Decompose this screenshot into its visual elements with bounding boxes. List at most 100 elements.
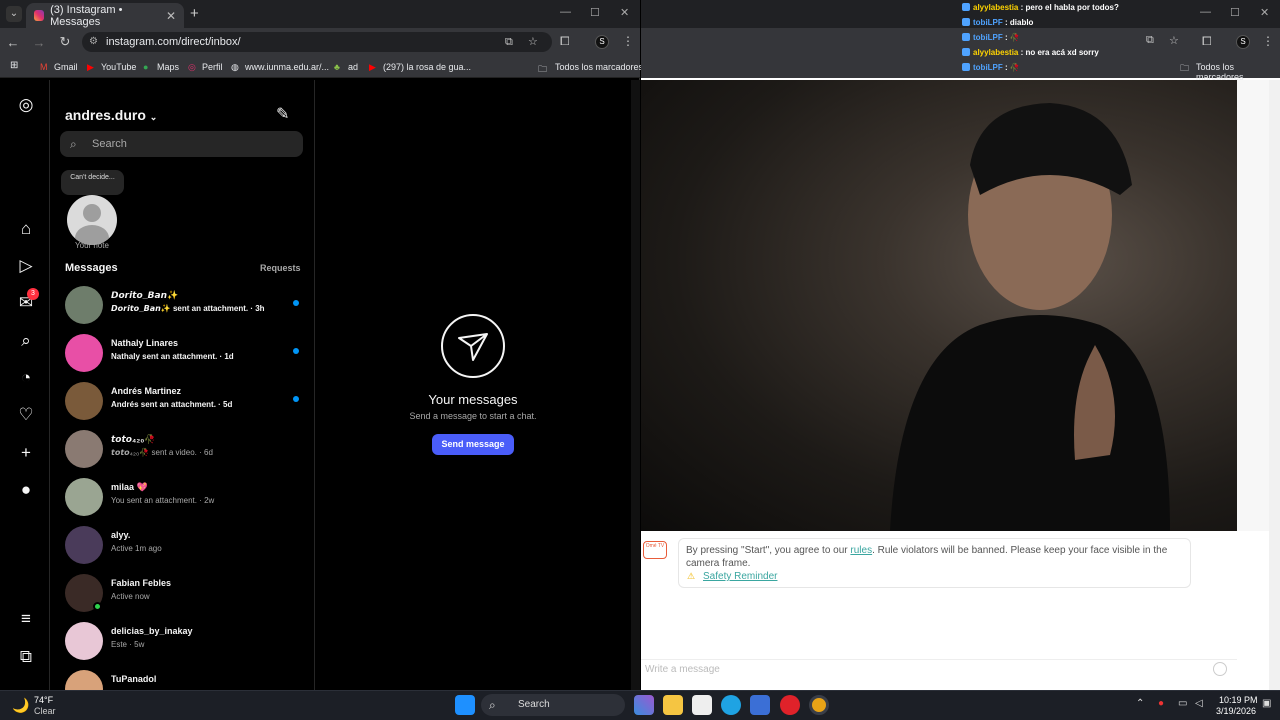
right-toolbar <box>641 28 1280 56</box>
conversation-name: Fabian Febles <box>111 578 172 588</box>
compose-icon[interactable]: ✎ <box>276 104 289 124</box>
network-icon[interactable]: ▭ <box>1178 698 1187 709</box>
bookmark-ad[interactable]: ad <box>348 62 358 72</box>
search-input[interactable]: ⌕ Search <box>60 131 303 157</box>
right-profile-avatar[interactable]: S <box>1236 35 1250 49</box>
explore-icon[interactable]: ◔ <box>16 368 36 388</box>
address-bar[interactable]: ⚙ instagram.com/direct/inbox/ ⧉ ☆ <box>82 32 552 52</box>
all-bookmarks[interactable]: Todos los marcadores <box>555 62 643 72</box>
new-tab-icon[interactable]: + <box>190 5 199 22</box>
right-extensions-icon[interactable]: ⧠ <box>1202 34 1212 49</box>
unread-dot <box>293 396 299 402</box>
bookmark-youtube[interactable]: YouTube <box>101 62 136 72</box>
right-folder-icon: 🗀 <box>1180 63 1190 73</box>
note-bubble[interactable]: Can't decide... <box>61 170 124 195</box>
file-explorer-icon[interactable] <box>663 695 683 715</box>
right-scrollbar[interactable] <box>1269 80 1280 690</box>
right-close-icon[interactable]: ✕ <box>1260 6 1269 19</box>
tray-chevron-icon[interactable]: ⌃ <box>1136 698 1144 709</box>
bookmark-perfil[interactable]: Perfil <box>202 62 223 72</box>
conversation-row[interactable]: Andrés Martinez Andrés sent an attachment… <box>50 376 315 424</box>
edge-icon[interactable] <box>721 695 741 715</box>
also-from-meta-icon[interactable]: ⧉ <box>16 647 36 667</box>
profile-icon[interactable]: ● <box>16 480 36 500</box>
right-menu-icon[interactable]: ⋮ <box>1262 34 1274 48</box>
emoji-icon[interactable] <box>1213 662 1227 676</box>
weather-moon-icon[interactable]: 🌙 <box>12 697 29 714</box>
bookmark-maps[interactable]: Maps <box>157 62 179 72</box>
apps-icon[interactable]: ⊞ <box>10 60 18 71</box>
right-minimize-icon[interactable]: — <box>1200 6 1211 18</box>
account-switcher[interactable]: andres.duro ⌄ <box>65 107 157 123</box>
reels-icon[interactable]: ▷ <box>16 256 36 276</box>
conversation-preview: Nathaly sent an attachment. · 1d <box>111 352 234 361</box>
bookmark-gmail[interactable]: Gmail <box>54 62 78 72</box>
warning-icon: ⚠ <box>687 571 696 581</box>
rules-link[interactable]: rules <box>850 545 872 556</box>
microphone-icon[interactable]: ● <box>1158 698 1164 709</box>
paper-plane-icon <box>441 314 505 378</box>
taskbar-search[interactable]: ⌕ Search <box>481 694 625 716</box>
conversation-row[interactable]: 𝘿𝙤𝙧𝙞𝙩𝙤_𝘽𝙖𝙣✨ 𝘿𝙤𝙧𝙞𝙩𝙤_𝘽𝙖𝙣✨ sent an attachmen… <box>50 280 315 328</box>
volume-icon[interactable]: ◁ <box>1195 698 1203 709</box>
conversation-row[interactable]: alyy. Active 1m ago <box>50 520 315 568</box>
chat-message-input[interactable]: Write a message <box>641 659 1237 681</box>
overlay-chat-line: tobiLPF : 🥀 <box>962 63 1020 72</box>
more-menu-icon[interactable]: ≡ <box>16 609 36 629</box>
chrome-icon[interactable] <box>809 695 829 715</box>
conversation-row[interactable]: 𝙩𝙤𝙩𝙤₄₂₀🥀 𝙩𝙤𝙩𝙤₄₂₀🥀 sent a video. · 6d <box>50 424 315 472</box>
instagram-logo-icon[interactable]: ◎ <box>16 95 36 115</box>
create-icon[interactable]: + <box>16 443 36 463</box>
opera-icon[interactable] <box>780 695 800 715</box>
install-app-icon[interactable]: ⧉ <box>505 32 513 52</box>
chat-badge-icon <box>962 33 970 41</box>
chat-badge-icon <box>962 18 970 26</box>
notification-center-icon[interactable]: ▣ <box>1262 698 1271 709</box>
conversation-row[interactable]: Nathaly Linares Nathaly sent an attachmen… <box>50 328 315 376</box>
notifications-heart-icon[interactable]: ♡ <box>16 405 36 425</box>
bookmark-star-icon[interactable]: ☆ <box>528 32 538 52</box>
right-star-icon[interactable]: ☆ <box>1169 34 1179 47</box>
empty-title: Your messages <box>428 392 518 407</box>
close-window-icon[interactable]: ✕ <box>620 6 629 19</box>
bookmark-la-rosa[interactable]: (297) la rosa de gua... <box>383 62 471 72</box>
forward-icon[interactable]: → <box>26 35 52 50</box>
conversation-row[interactable]: Fabian Febles Active now <box>50 568 315 616</box>
requests-link[interactable]: Requests <box>260 263 301 273</box>
chrome-menu-icon[interactable]: ⋮ <box>622 34 634 48</box>
maximize-icon[interactable]: ☐ <box>590 6 600 19</box>
instagram-tab[interactable]: (3) Instagram • Messages ✕ <box>26 3 184 28</box>
send-message-button[interactable]: Send message <box>432 434 514 455</box>
clock-date[interactable]: 3/19/2026 <box>1216 706 1256 716</box>
profile-avatar[interactable]: S <box>595 35 609 49</box>
safety-reminder-link[interactable]: Safety Reminder <box>703 571 777 582</box>
left-scrollbar[interactable] <box>631 80 640 690</box>
streamer-figure <box>890 103 1170 531</box>
conversation-row[interactable]: milaa 💖 You sent an attachment. · 2w <box>50 472 315 520</box>
your-note-avatar[interactable] <box>67 195 117 245</box>
home-icon[interactable]: ⌂ <box>16 219 36 239</box>
minimize-icon[interactable]: — <box>560 6 571 18</box>
clock-time[interactable]: 10:19 PM <box>1219 695 1258 705</box>
reload-icon[interactable]: ↻ <box>52 34 78 50</box>
copilot-icon[interactable] <box>634 695 654 715</box>
right-maximize-icon[interactable]: ☐ <box>1230 6 1240 19</box>
conversation-row[interactable]: delicias_by_inakay Este · 5w <box>50 616 315 664</box>
conversation-name: 𝙩𝙤𝙩𝙤₄₂₀🥀 <box>111 434 156 444</box>
extensions-icon[interactable]: ⧠ <box>560 34 570 49</box>
weather-temp: 74°F <box>34 695 54 705</box>
close-tab-icon[interactable]: ✕ <box>166 9 176 23</box>
windows-start-icon[interactable] <box>455 695 475 715</box>
messages-icon[interactable]: ✉ 3 <box>16 288 39 313</box>
search-nav-icon[interactable]: ⌕ <box>16 331 36 351</box>
right-all-bookmarks[interactable]: Todos los marcadores <box>1196 62 1280 82</box>
avatar <box>65 478 103 516</box>
chat-username: alyylabestia <box>973 3 1019 12</box>
bookmark-iunma[interactable]: www.iunma.edu.ar/... <box>245 62 329 72</box>
right-install-icon[interactable]: ⧉ <box>1146 34 1154 47</box>
site-info-icon[interactable]: ⚙ <box>89 32 98 52</box>
back-icon[interactable]: ← <box>0 35 26 50</box>
mail-icon[interactable] <box>750 695 770 715</box>
tab-search-icon[interactable]: ⌄ <box>6 6 22 22</box>
store-icon[interactable] <box>692 695 712 715</box>
